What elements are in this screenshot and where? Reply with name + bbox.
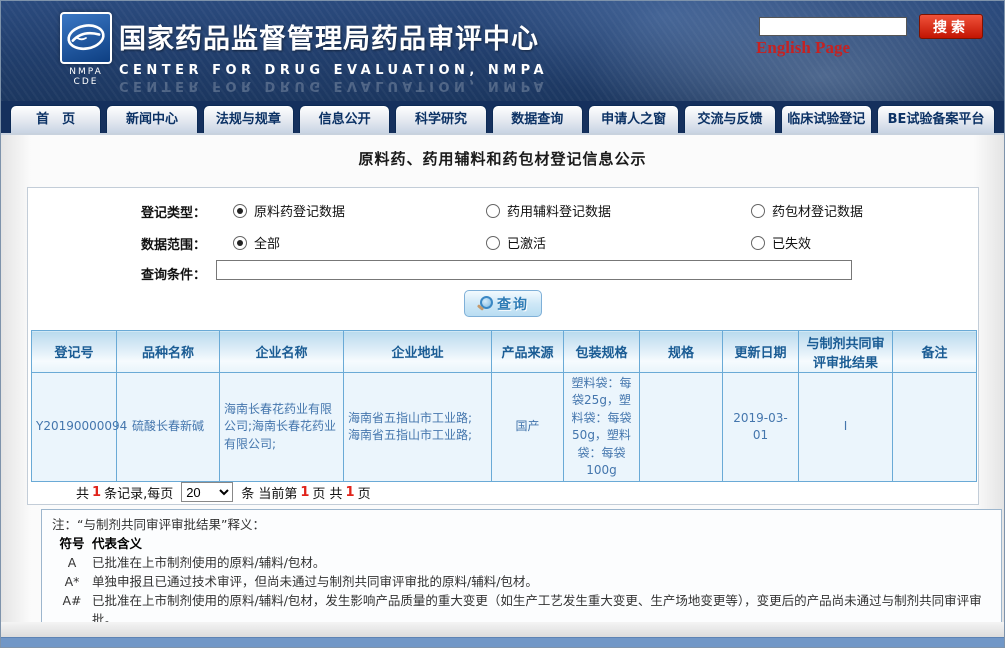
cell-variety: 硫酸长春新碱 <box>117 373 220 482</box>
query-condition-label: 查询条件： <box>28 264 206 283</box>
pagination-text: 页 共 <box>312 483 342 502</box>
legend-notes: 注：“与制剂共同审评审批结果”释义： 符号 代表含义 A 已批准在上市制剂使用的… <box>41 509 1002 624</box>
radio-option-excipient[interactable]: 药用辅料登记数据 <box>486 201 611 220</box>
site-header: NMPA CDE 国家药品监督管理局药品审评中心 CENTER FOR DRUG… <box>1 1 1004 101</box>
cell-reg-no: Y20190000094 <box>32 373 117 482</box>
nav-tab-info-disclosure[interactable]: 信息公开 <box>299 105 390 133</box>
header-search-button[interactable]: 搜索 <box>919 14 983 39</box>
per-page-select[interactable]: 20 <box>181 482 233 502</box>
cell-source: 国产 <box>492 373 564 482</box>
notes-line-a: A 已批准在上市制剂使用的原料/辅料/包材。 <box>52 553 991 572</box>
nav-tab-applicant-window[interactable]: 申请人之窗 <box>588 105 679 133</box>
pagination-text: 页 <box>358 483 371 502</box>
header-cell-source: 产品来源 <box>492 331 564 373</box>
nav-tab-be-platform[interactable]: BE试验备案平台 <box>877 105 995 133</box>
radio-option-api[interactable]: 原料药登记数据 <box>233 201 345 220</box>
form-row-type: 登记类型： 原料药登记数据 药用辅料登记数据 药包材登记数据 <box>28 200 978 222</box>
results-table: 登记号 品种名称 企业名称 企业地址 产品来源 包装规格 规格 更新日期 与制剂… <box>31 330 977 482</box>
magnifier-icon <box>477 296 492 311</box>
header-cell-package: 包装规格 <box>564 331 640 373</box>
cde-logo-icon <box>60 12 112 64</box>
query-condition-input[interactable] <box>216 260 852 280</box>
footer-bar <box>1 637 1004 647</box>
nav-tab-feedback[interactable]: 交流与反馈 <box>684 105 775 133</box>
cell-address: 海南省五指山市工业路; 海南省五指山市工业路; <box>344 373 492 482</box>
pagination-text: 条 当前第 <box>241 483 297 502</box>
header-cell-update-date: 更新日期 <box>723 331 799 373</box>
form-row-query: 查询条件： <box>28 262 978 284</box>
radio-option-expired[interactable]: 已失效 <box>751 233 811 252</box>
header-cell-spec: 规格 <box>640 331 723 373</box>
site-title-en: CENTER FOR DRUG EVALUATION, NMPA <box>119 63 679 78</box>
nav-tab-news[interactable]: 新闻中心 <box>106 105 197 133</box>
header-cell-reg-no: 登记号 <box>32 331 117 373</box>
radio-icon[interactable] <box>233 236 247 250</box>
footer-gray-strip <box>1 622 1004 637</box>
site-title-en-reflection: CENTER FOR DRUG EVALUATION, NMPA <box>119 78 679 93</box>
radio-icon[interactable] <box>751 204 765 218</box>
cell-package: 塑料袋：每袋25g，塑料袋：每袋50g，塑料袋：每袋100g <box>564 373 640 482</box>
scope-label: 数据范围： <box>28 234 206 253</box>
query-submit-button[interactable]: 查询 <box>464 290 542 317</box>
main-nav: 首 页 新闻中心 法规与规章 信息公开 科学研究 数据查询 申请人之窗 交流与反… <box>1 101 1004 135</box>
cell-update-date: 2019-03-01 <box>723 373 799 482</box>
english-page-link[interactable]: English Page <box>756 38 850 58</box>
cell-joint-review: I <box>799 373 893 482</box>
pagination-text: 条记录,每页 <box>104 483 173 502</box>
radio-option-activated[interactable]: 已激活 <box>486 233 546 252</box>
nav-tab-clinical-trial[interactable]: 临床试验登记 <box>781 105 872 133</box>
header-cell-company: 企业名称 <box>220 331 344 373</box>
header-cell-variety: 品种名称 <box>117 331 220 373</box>
notes-header-meaning: 代表含义 <box>92 534 991 553</box>
table-row[interactable]: Y20190000094 硫酸长春新碱 海南长春花药业有限公司;海南长春花药业有… <box>32 373 977 482</box>
page-title: 原料药、药用辅料和药包材登记信息公示 <box>1 148 1004 169</box>
radio-option-packaging[interactable]: 药包材登记数据 <box>751 201 863 220</box>
site-title-cn: 国家药品监督管理局药品审评中心 <box>119 17 679 56</box>
nav-tab-home[interactable]: 首 页 <box>10 105 101 133</box>
cell-remarks <box>893 373 977 482</box>
notes-title: 注：“与制剂共同审评审批结果”释义： <box>52 515 991 534</box>
header-cell-joint-review: 与制剂共同审评审批结果 <box>799 331 893 373</box>
logo-caption: NMPA CDE <box>56 67 116 87</box>
nmpa-cde-logo[interactable]: NMPA CDE <box>56 12 116 87</box>
radio-icon[interactable] <box>486 204 500 218</box>
pagination: 共 1 条记录,每页 20 条 当前第 1 页 共 1 页 <box>76 482 371 502</box>
browser-window: NMPA CDE 国家药品监督管理局药品审评中心 CENTER FOR DRUG… <box>0 0 1005 648</box>
notes-line-a-star: A* 单独申报且已通过技术审评，但尚未通过与制剂共同审评审批的原料/辅料/包材。 <box>52 572 991 591</box>
type-label: 登记类型： <box>28 202 206 221</box>
radio-icon[interactable] <box>751 236 765 250</box>
radio-icon[interactable] <box>486 236 500 250</box>
nav-tab-research[interactable]: 科学研究 <box>395 105 486 133</box>
header-search-input[interactable] <box>759 17 907 36</box>
header-cell-address: 企业地址 <box>344 331 492 373</box>
notes-header: 符号 代表含义 <box>52 534 991 553</box>
total-pages: 1 <box>345 485 356 500</box>
table-header-row: 登记号 品种名称 企业名称 企业地址 产品来源 包装规格 规格 更新日期 与制剂… <box>32 331 977 373</box>
cell-spec <box>640 373 723 482</box>
nav-tab-regulations[interactable]: 法规与规章 <box>203 105 294 133</box>
cell-company: 海南长春花药业有限公司;海南长春花药业有限公司; <box>220 373 344 482</box>
pagination-text: 共 <box>76 483 89 502</box>
radio-icon[interactable] <box>233 204 247 218</box>
record-count: 1 <box>91 485 102 500</box>
current-page: 1 <box>299 485 310 500</box>
radio-option-all[interactable]: 全部 <box>233 233 280 252</box>
query-panel: 登记类型： 原料药登记数据 药用辅料登记数据 药包材登记数据 数据范围： 全部 <box>27 187 979 505</box>
form-row-scope: 数据范围： 全部 已激活 已失效 <box>28 232 978 254</box>
header-cell-remarks: 备注 <box>893 331 977 373</box>
nav-tab-data-query[interactable]: 数据查询 <box>492 105 583 133</box>
notes-header-symbol: 符号 <box>52 534 92 553</box>
